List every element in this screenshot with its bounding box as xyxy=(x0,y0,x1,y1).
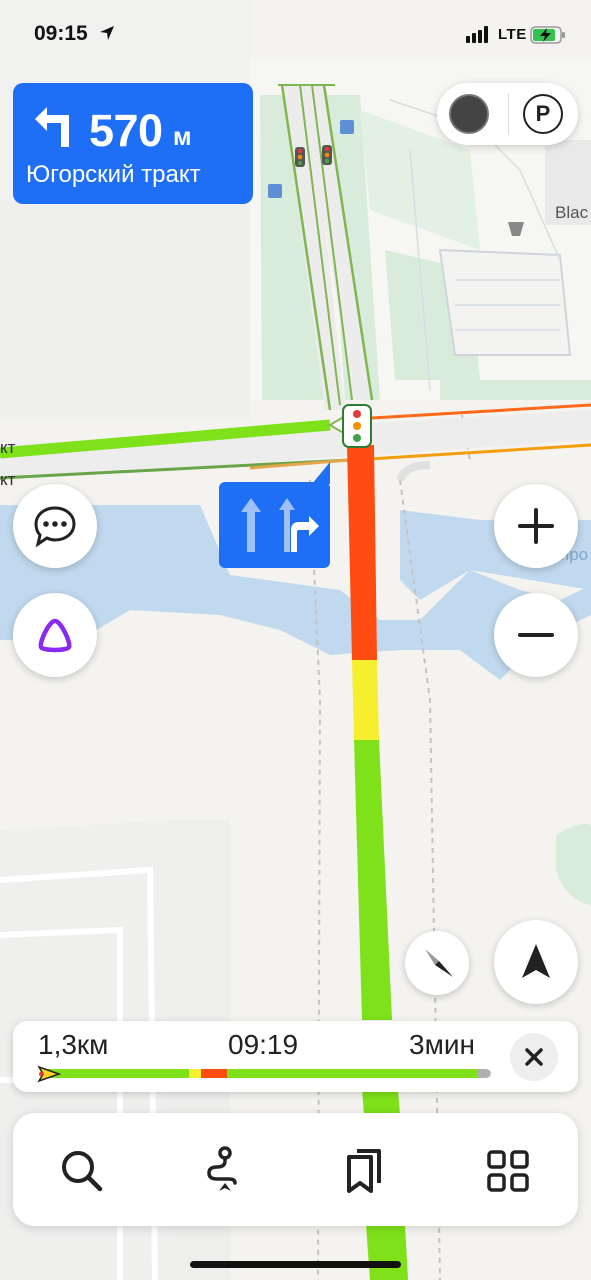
maneuver-card[interactable]: 570 м Югорский тракт xyxy=(13,83,253,204)
traffic-layer-button[interactable] xyxy=(445,91,495,137)
compass-icon xyxy=(425,949,453,977)
lane-straight-icon xyxy=(241,498,261,552)
grid-menu-icon xyxy=(487,1150,529,1192)
maneuver-street: Югорский тракт xyxy=(26,161,201,188)
zoom-out-button[interactable] xyxy=(494,593,578,677)
tab-bookmarks[interactable] xyxy=(337,1143,393,1199)
lane-straight-right-icon xyxy=(279,498,319,552)
route-icon xyxy=(207,1146,237,1191)
route-info-panel[interactable]: 1,3км 09:19 3мин xyxy=(13,1021,578,1092)
parking-icon: P xyxy=(535,101,551,126)
route-arrival-time: 09:19 xyxy=(228,1029,299,1060)
compass-button[interactable] xyxy=(405,931,469,995)
maneuver-distance: 570 xyxy=(89,105,163,156)
status-bar: 09:15 LTE xyxy=(0,0,591,70)
maneuver-unit: м xyxy=(173,123,192,151)
current-position-marker xyxy=(37,1065,61,1083)
lane-hint-pointer xyxy=(312,462,330,484)
close-route-button[interactable] xyxy=(510,1033,558,1081)
route-distance: 1,3км xyxy=(38,1029,109,1060)
layers-pill: P xyxy=(437,83,578,145)
pill-divider xyxy=(508,93,509,135)
road-label-left-bottom: кт xyxy=(0,470,16,489)
turn-left-arrow-icon xyxy=(35,107,69,147)
traffic-layer-icon xyxy=(449,94,489,134)
my-location-button[interactable] xyxy=(494,920,578,1004)
bottom-tab-bar xyxy=(13,1113,578,1226)
plus-icon xyxy=(518,508,554,544)
navigation-arrow-icon xyxy=(522,944,550,978)
tab-services[interactable] xyxy=(480,1143,536,1199)
route-duration: 3мин xyxy=(409,1029,475,1060)
route-progress-bar xyxy=(41,1069,491,1078)
search-icon xyxy=(62,1151,103,1192)
tab-route[interactable] xyxy=(195,1143,251,1199)
location-arrow-icon xyxy=(100,26,114,40)
alice-button[interactable] xyxy=(13,593,97,677)
chat-button[interactable] xyxy=(13,484,97,568)
home-indicator[interactable] xyxy=(190,1261,401,1268)
status-time: 09:15 xyxy=(34,22,88,45)
tab-search[interactable] xyxy=(54,1143,110,1199)
parking-button[interactable]: P xyxy=(523,94,563,134)
road-label-left-top: кт xyxy=(0,438,16,457)
chat-bubble-icon xyxy=(34,506,76,548)
network-type: LTE xyxy=(498,26,527,43)
close-icon xyxy=(525,1048,543,1066)
minus-icon xyxy=(518,633,554,637)
signal-bars-icon xyxy=(466,26,488,43)
zoom-in-button[interactable] xyxy=(494,484,578,568)
battery-charging-icon xyxy=(530,26,565,44)
bookmarks-icon xyxy=(347,1149,381,1193)
poi-label[interactable]: Blac xyxy=(555,203,588,223)
lane-hint xyxy=(219,482,330,568)
alice-assistant-icon xyxy=(38,618,72,653)
